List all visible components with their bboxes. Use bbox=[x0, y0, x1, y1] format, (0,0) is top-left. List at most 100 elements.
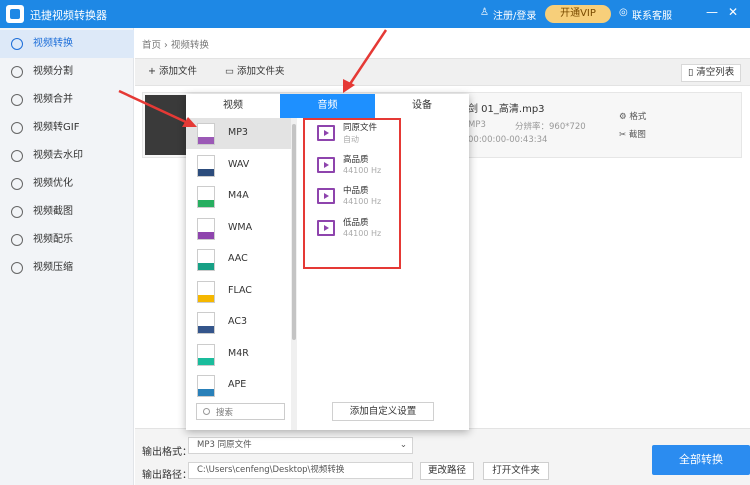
music-icon bbox=[11, 234, 23, 246]
user-icon: ♙ bbox=[480, 7, 489, 18]
open-folder-button[interactable]: 打开文件夹 bbox=[483, 462, 549, 480]
output-format-select[interactable]: MP3 同原文件 ⌄ bbox=[188, 437, 413, 454]
format-item-wma[interactable]: WMA bbox=[186, 213, 291, 244]
audio-file-icon bbox=[197, 218, 215, 240]
file-format: MP3 bbox=[468, 120, 486, 130]
format-item-m4a[interactable]: M4A bbox=[186, 181, 291, 212]
sidebar-item-label: 视频配乐 bbox=[33, 234, 73, 245]
format-label: WMA bbox=[228, 222, 253, 233]
sidebar-item-label: 视频转换 bbox=[33, 38, 73, 49]
audio-file-icon bbox=[197, 344, 215, 366]
convert-all-button[interactable]: 全部转换 bbox=[652, 445, 750, 475]
breadcrumb: 首页 › 视频转换 bbox=[142, 40, 209, 51]
folder-icon: ▭ bbox=[225, 66, 237, 77]
format-item-ac3[interactable]: AC3 bbox=[186, 307, 291, 338]
sidebar-item-gif[interactable]: 视频转GIF bbox=[0, 114, 134, 142]
merge-icon bbox=[11, 94, 23, 106]
file-resolution: 分辨率：960*720 bbox=[515, 122, 586, 132]
change-path-button[interactable]: 更改路径 bbox=[420, 462, 474, 480]
file-duration: 00:00:00-00:43:34 bbox=[468, 135, 548, 145]
format-label: AAC bbox=[228, 253, 248, 264]
support-link[interactable]: 联系客服 bbox=[632, 7, 672, 22]
sidebar-item-optimize[interactable]: 视频优化 bbox=[0, 170, 134, 198]
sidebar-item-convert[interactable]: 视频转换 bbox=[0, 30, 134, 58]
sidebar-item-music[interactable]: 视频配乐 bbox=[0, 226, 134, 254]
format-item-wav[interactable]: WAV bbox=[186, 150, 291, 181]
sidebar-item-compress[interactable]: 视频压缩 bbox=[0, 254, 134, 282]
audio-file-icon bbox=[197, 186, 215, 208]
audio-file-icon bbox=[197, 249, 215, 271]
sidebar-item-screenshot[interactable]: 视频截图 bbox=[0, 198, 134, 226]
app-title: 迅捷视频转换器 bbox=[30, 9, 107, 22]
add-custom-setting-button[interactable]: 添加自定义设置 bbox=[332, 402, 434, 421]
format-label: M4A bbox=[228, 190, 249, 201]
cut-action[interactable]: ✂ 截图 bbox=[619, 128, 646, 140]
add-folder-button[interactable]: ▭ 添加文件夹 bbox=[219, 64, 291, 82]
file-name: 剑 01_高清.mp3 bbox=[468, 104, 545, 115]
highlight-box bbox=[303, 118, 401, 269]
audio-file-icon bbox=[197, 312, 215, 334]
audio-file-icon bbox=[197, 155, 215, 177]
format-label: MP3 bbox=[228, 127, 248, 138]
format-label: FLAC bbox=[228, 285, 252, 296]
sidebar-item-watermark[interactable]: 视频去水印 bbox=[0, 142, 134, 170]
title-bar: 迅捷视频转换器 ♙ 注册/登录 开通VIP ◎ 联系客服 — ✕ bbox=[0, 0, 750, 28]
sidebar-item-merge[interactable]: 视频合并 bbox=[0, 86, 134, 114]
gear-icon: ⚙ bbox=[619, 112, 630, 122]
sidebar: 视频转换 视频分割 视频合并 视频转GIF 视频去水印 视频优化 视频截图 视频… bbox=[0, 28, 134, 485]
output-path-label: 输出路径： bbox=[142, 470, 192, 481]
scrollbar-thumb[interactable] bbox=[292, 124, 296, 340]
format-list: MP3 WAV M4A WMA AAC FLAC AC3 M4R APE bbox=[186, 118, 291, 430]
compress-icon bbox=[11, 262, 23, 274]
close-button[interactable]: ✕ bbox=[728, 5, 738, 19]
format-label: APE bbox=[228, 379, 247, 390]
format-item-m4r[interactable]: M4R bbox=[186, 339, 291, 370]
sidebar-item-label: 视频去水印 bbox=[33, 150, 83, 161]
format-item-ape[interactable]: APE bbox=[186, 370, 291, 401]
split-icon bbox=[11, 66, 23, 78]
vip-button[interactable]: 开通VIP bbox=[545, 5, 611, 23]
add-file-button[interactable]: + 添加文件 bbox=[142, 64, 203, 82]
clear-list-button[interactable]: ▯ 清空列表 bbox=[681, 64, 742, 82]
sidebar-item-label: 视频压缩 bbox=[33, 262, 73, 273]
format-action[interactable]: ⚙ 格式 bbox=[619, 110, 646, 122]
tab-device[interactable]: 设备 bbox=[375, 94, 469, 118]
sidebar-item-label: 视频转GIF bbox=[33, 122, 80, 133]
trash-icon: ▯ bbox=[688, 67, 697, 78]
scissors-icon: ✂ bbox=[619, 130, 629, 140]
chevron-down-icon: ⌄ bbox=[399, 440, 407, 450]
convert-icon bbox=[11, 38, 23, 50]
tab-video[interactable]: 视频 bbox=[186, 94, 280, 118]
minimize-button[interactable]: — bbox=[706, 5, 718, 19]
output-panel: 输出格式： MP3 同原文件 ⌄ 输出路径： C:\Users\cenfeng\D… bbox=[135, 428, 750, 485]
image-icon bbox=[11, 206, 23, 218]
format-label: M4R bbox=[228, 348, 249, 359]
output-path-field[interactable]: C:\Users\cenfeng\Desktop\视频转换 bbox=[188, 462, 413, 479]
format-label: AC3 bbox=[228, 316, 248, 327]
sidebar-item-split[interactable]: 视频分割 bbox=[0, 58, 134, 86]
audio-file-icon bbox=[197, 281, 215, 303]
clear-list-label: 清空列表 bbox=[696, 67, 735, 78]
tab-audio[interactable]: 音频 bbox=[280, 94, 375, 118]
format-item-flac[interactable]: FLAC bbox=[186, 276, 291, 307]
format-search-input[interactable]: 搜索 bbox=[196, 403, 285, 420]
sidebar-item-label: 视频合并 bbox=[33, 94, 73, 105]
audio-file-icon bbox=[197, 123, 215, 145]
format-item-aac[interactable]: AAC bbox=[186, 244, 291, 275]
chat-icon: ◎ bbox=[619, 7, 628, 18]
format-label: WAV bbox=[228, 159, 250, 170]
output-format-value: MP3 同原文件 bbox=[197, 440, 252, 450]
format-item-mp3[interactable]: MP3 bbox=[186, 118, 291, 149]
login-link[interactable]: 注册/登录 bbox=[493, 7, 536, 22]
gif-icon bbox=[11, 122, 23, 134]
sidebar-item-label: 视频截图 bbox=[33, 206, 73, 217]
output-format-label: 输出格式： bbox=[142, 447, 192, 458]
search-placeholder: 搜索 bbox=[216, 408, 234, 418]
watermark-icon bbox=[11, 150, 23, 162]
file-toolbar: + 添加文件 ▭ 添加文件夹 ▯ 清空列表 bbox=[135, 58, 750, 86]
audio-file-icon bbox=[197, 375, 215, 397]
app-logo-icon bbox=[6, 5, 24, 23]
cut-action-label: 截图 bbox=[628, 130, 646, 140]
optimize-icon bbox=[11, 178, 23, 190]
sidebar-item-label: 视频优化 bbox=[33, 178, 73, 189]
